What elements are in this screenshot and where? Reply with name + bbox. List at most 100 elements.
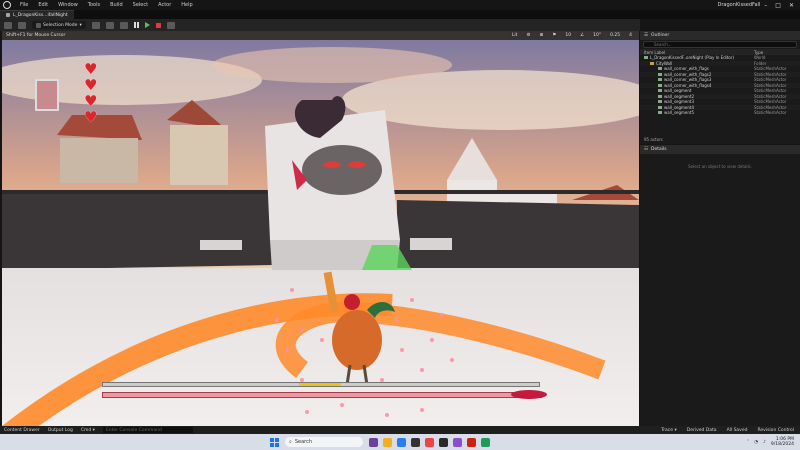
content-drawer-button[interactable]: Content Drawer <box>4 428 40 433</box>
details-title: Details <box>651 147 667 152</box>
app-icon[interactable] <box>481 437 490 447</box>
app-icon[interactable] <box>369 437 378 447</box>
details-icon: ☷ <box>644 147 649 152</box>
volume-icon[interactable]: ♪ <box>763 440 766 445</box>
content-browser-icon[interactable] <box>18 21 26 29</box>
trace-button[interactable]: Trace ▾ <box>661 428 677 433</box>
blueprint-icon[interactable] <box>105 21 114 29</box>
menu-edit[interactable]: Edit <box>33 2 53 8</box>
level-tab-label: L_DragonKiss...ifallNight <box>13 12 68 18</box>
browser-icon[interactable] <box>397 437 406 447</box>
tree-row[interactable]: L_DragonKissedF..oreNight (Play In Edito… <box>640 55 800 61</box>
minimize-button[interactable]: – <box>764 2 767 9</box>
game-viewport[interactable]: Shift+F1 for Mouse Cursor Lit ⚙ ⊞ ⚑ 10 ∠… <box>2 31 639 426</box>
chevron-up-icon[interactable]: ˄ <box>747 440 749 445</box>
details-hint: Select an object to view details. <box>688 164 752 169</box>
taskbar-search[interactable]: ⌕ Search <box>285 437 363 447</box>
output-log-button[interactable]: Output Log <box>48 428 73 433</box>
close-button[interactable]: ✕ <box>789 2 794 9</box>
menu-actor[interactable]: Actor <box>153 2 176 8</box>
outliner-icon: ☰ <box>644 33 649 38</box>
unreal-app-icon[interactable] <box>439 437 448 447</box>
taskbar-apps <box>369 437 490 447</box>
viewport-header: Shift+F1 for Mouse Cursor Lit ⚙ ⊞ ⚑ 10 ∠… <box>2 31 639 40</box>
cursor-icon <box>36 22 41 28</box>
mesh-icon <box>658 83 662 87</box>
chevron-down-icon: ▾ <box>79 22 82 28</box>
heart-icon: ♥ <box>84 60 98 78</box>
boss-bar-emblem <box>511 390 547 399</box>
play-icon[interactable] <box>144 22 150 28</box>
cinematics-icon[interactable] <box>119 21 128 29</box>
menu-tools[interactable]: Tools <box>83 2 105 8</box>
heart-icon: ♥ <box>84 108 98 126</box>
angle-icon[interactable]: ∠ <box>577 32 588 39</box>
mouse-cursor-hint: Shift+F1 for Mouse Cursor <box>6 33 66 38</box>
unreal-logo-icon[interactable] <box>3 1 11 9</box>
terminal-icon[interactable] <box>411 437 420 447</box>
mesh-icon <box>658 111 662 115</box>
app-icon[interactable] <box>425 437 434 447</box>
pause-icon[interactable] <box>133 22 139 28</box>
stamina-fill <box>299 383 341 386</box>
grid-button[interactable]: ⊞ <box>536 32 547 39</box>
all-saved-status[interactable]: All Saved <box>727 428 748 433</box>
settings-button[interactable]: ⚙ <box>523 32 534 39</box>
app-icon[interactable] <box>467 437 476 447</box>
project-name: DragonKissedFall <box>717 2 761 8</box>
main-toolbar: Selection Mode ▾ <box>0 19 640 31</box>
eject-icon[interactable] <box>166 21 175 29</box>
menu-window[interactable]: Window <box>53 2 83 8</box>
taskbar-search-label: Search <box>294 439 312 445</box>
scale-snap-button[interactable]: 0.25 <box>607 32 624 39</box>
menu-help[interactable]: Help <box>176 2 197 8</box>
revision-control-button[interactable]: Revision Control <box>757 428 794 433</box>
taskbar-clock[interactable]: 1:06 PM 9/18/2024 <box>771 437 794 447</box>
add-actor-icon[interactable] <box>91 21 100 29</box>
console-command-input[interactable]: Enter Console Command <box>102 427 193 433</box>
tree-row[interactable]: wall_segment5 StaticMeshActor <box>640 110 800 116</box>
camera-speed-button[interactable]: 4 <box>626 32 635 39</box>
menu-select[interactable]: Select <box>128 2 153 8</box>
outliner-search-input[interactable]: Search... <box>643 41 797 48</box>
system-tray: ˄ ◔ ♪ 1:06 PM 9/18/2024 <box>747 437 800 447</box>
mesh-icon <box>658 94 662 98</box>
cmd-dropdown[interactable]: Cmd ▾ <box>81 428 95 433</box>
search-icon: ⌕ <box>289 439 292 445</box>
wifi-icon[interactable]: ◔ <box>754 440 758 445</box>
rotation-snap-button[interactable]: 10° <box>590 32 605 39</box>
mesh-icon <box>658 67 662 71</box>
level-tab[interactable]: L_DragonKiss...ifallNight <box>0 10 74 19</box>
windows-start-icon[interactable] <box>270 437 279 447</box>
realtime-button[interactable]: ⚑ <box>549 32 560 39</box>
file-explorer-icon[interactable] <box>383 437 392 447</box>
boss-health-bar <box>102 390 547 399</box>
status-bar: Content Drawer Output Log Cmd ▾ Enter Co… <box>0 426 800 434</box>
outliner-header: ☰ Outliner <box>640 31 800 40</box>
menu-build[interactable]: Build <box>105 2 128 8</box>
details-panel: ☷ Details Select an object to view detai… <box>640 145 800 426</box>
app-icon[interactable] <box>453 437 462 447</box>
column-item-label[interactable]: Item Label <box>644 50 665 55</box>
mesh-icon <box>658 78 662 82</box>
grid-snap-button[interactable]: 10 <box>562 32 575 39</box>
derived-data-button[interactable]: Derived Data <box>687 428 717 433</box>
health-hearts: ♥ ♥ ♥ ♥ <box>84 62 104 125</box>
folder-icon <box>650 61 654 65</box>
maximize-button[interactable]: □ <box>775 2 781 9</box>
menu-file[interactable]: File <box>15 2 33 8</box>
outliner-title: Outliner <box>651 33 670 38</box>
mesh-icon <box>658 72 662 76</box>
lit-mode-button[interactable]: Lit <box>508 32 521 39</box>
editor-window: File Edit Window Tools Build Select Acto… <box>0 0 800 450</box>
actor-count: 95 actors <box>644 137 663 142</box>
player-portrait <box>35 79 59 111</box>
heart-icon: ♥ <box>84 76 98 94</box>
outliner-tree: L_DragonKissedF..oreNight (Play In Edito… <box>640 55 800 116</box>
viewport-controls: Lit ⚙ ⊞ ⚑ 10 ∠ 10° 0.25 4 <box>508 32 639 39</box>
stop-icon[interactable] <box>155 22 161 28</box>
column-type[interactable]: Type <box>754 50 800 55</box>
save-icon[interactable] <box>4 21 12 29</box>
mesh-icon <box>658 100 662 104</box>
selection-mode-dropdown[interactable]: Selection Mode ▾ <box>32 21 86 29</box>
